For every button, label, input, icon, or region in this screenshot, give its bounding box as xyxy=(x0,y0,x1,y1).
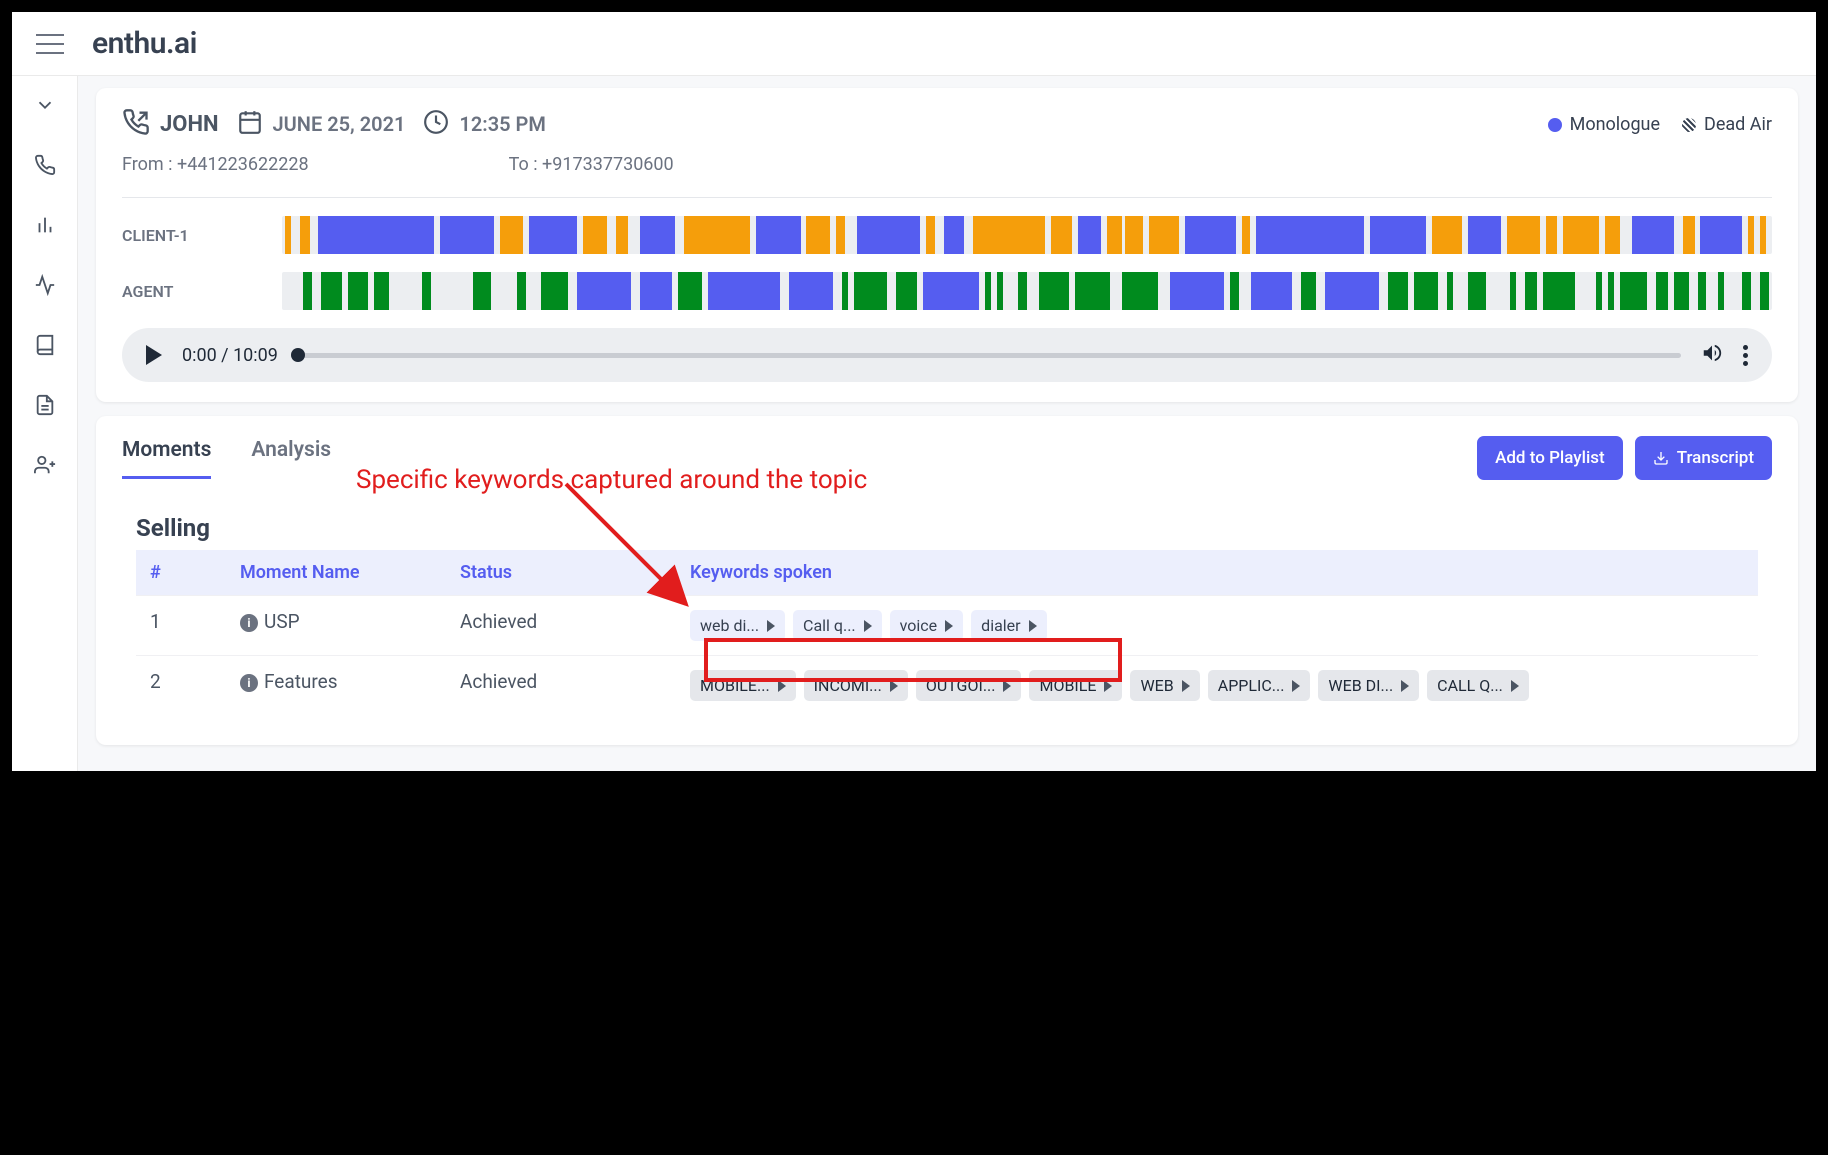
track2-label: AGENT xyxy=(122,282,282,301)
play-icon xyxy=(1182,680,1190,692)
col-status: Status xyxy=(446,550,676,596)
keyword-chip[interactable]: voice xyxy=(890,610,964,641)
app-logo: enthu.ai xyxy=(92,26,197,61)
keyword-chip[interactable]: dialer xyxy=(971,610,1046,641)
table-row: 2iFeaturesAchievedMOBILE...INCOMI...OUTG… xyxy=(136,656,1758,716)
table-row: 1iUSPAchievedweb di...Call q...voicedial… xyxy=(136,596,1758,656)
nav-document-icon[interactable] xyxy=(34,394,56,420)
section-title: Selling xyxy=(136,514,1758,542)
col-keywords: Keywords spoken xyxy=(676,550,1758,596)
keyword-chip[interactable]: Call q... xyxy=(793,610,882,641)
moments-table: # Moment Name Status Keywords spoken 1iU… xyxy=(136,550,1758,715)
play-icon xyxy=(1511,680,1519,692)
agent-waveform[interactable] xyxy=(282,272,1772,310)
play-icon xyxy=(1104,680,1112,692)
tab-analysis[interactable]: Analysis xyxy=(251,438,331,479)
client-waveform[interactable] xyxy=(282,216,1772,254)
keyword-chip[interactable]: MOBILE... xyxy=(690,670,796,701)
seek-bar[interactable] xyxy=(298,353,1681,358)
volume-icon[interactable] xyxy=(1701,342,1723,368)
legend-deadair: Dead Air xyxy=(1682,114,1772,135)
nav-add-user-icon[interactable] xyxy=(34,454,56,480)
add-playlist-button[interactable]: Add to Playlist xyxy=(1477,436,1623,480)
playback-time: 0:00 / 10:09 xyxy=(182,345,278,366)
call-summary-card: JOHN JUNE 25, 2021 12:35 PM Monologue De… xyxy=(96,88,1798,402)
play-icon xyxy=(890,680,898,692)
keyword-chip[interactable]: MOBILE xyxy=(1029,670,1122,701)
outgoing-call-icon xyxy=(122,108,150,140)
keyword-chip[interactable]: APPLIC... xyxy=(1208,670,1311,701)
tab-moments[interactable]: Moments xyxy=(122,438,211,479)
annotation-text: Specific keywords captured around the to… xyxy=(356,464,867,497)
call-date: JUNE 25, 2021 xyxy=(273,112,406,136)
to-number: To : +917337730600 xyxy=(509,154,674,175)
play-icon xyxy=(778,680,786,692)
calendar-icon xyxy=(237,109,263,139)
keyword-chip[interactable]: web di... xyxy=(690,610,785,641)
play-icon xyxy=(767,620,775,632)
audio-player: 0:00 / 10:09 xyxy=(122,328,1772,382)
nav-library-icon[interactable] xyxy=(34,334,56,360)
keyword-chip[interactable]: WEB DI... xyxy=(1318,670,1419,701)
keyword-chip[interactable]: INCOMI... xyxy=(804,670,908,701)
col-name: Moment Name xyxy=(226,550,446,596)
play-button[interactable] xyxy=(146,345,162,365)
track1-label: CLIENT-1 xyxy=(122,226,282,245)
play-icon xyxy=(1029,620,1037,632)
play-icon xyxy=(1003,680,1011,692)
play-icon xyxy=(945,620,953,632)
hamburger-menu[interactable] xyxy=(36,34,64,54)
from-number: From : +441223622228 xyxy=(122,154,309,175)
player-menu[interactable] xyxy=(1743,345,1748,366)
nav-calls-icon[interactable] xyxy=(34,154,56,180)
legend-monologue: Monologue xyxy=(1548,114,1660,135)
call-time: 12:35 PM xyxy=(459,112,545,136)
transcript-button[interactable]: Transcript xyxy=(1635,436,1772,480)
info-icon[interactable]: i xyxy=(240,674,258,692)
sidebar xyxy=(12,76,78,771)
clock-icon xyxy=(423,109,449,139)
play-icon xyxy=(1401,680,1409,692)
play-icon xyxy=(1292,680,1300,692)
col-num: # xyxy=(136,550,226,596)
moments-card: Moments Analysis Add to Playlist Transcr… xyxy=(96,416,1798,745)
nav-collapse-icon[interactable] xyxy=(34,94,56,120)
info-icon[interactable]: i xyxy=(240,614,258,632)
keyword-chip[interactable]: OUTGOI... xyxy=(916,670,1022,701)
nav-analytics-icon[interactable] xyxy=(34,214,56,240)
caller-name: JOHN xyxy=(160,112,219,137)
keyword-chip[interactable]: CALL Q... xyxy=(1427,670,1529,701)
keyword-chip[interactable]: WEB xyxy=(1130,670,1199,701)
nav-activity-icon[interactable] xyxy=(34,274,56,300)
play-icon xyxy=(864,620,872,632)
